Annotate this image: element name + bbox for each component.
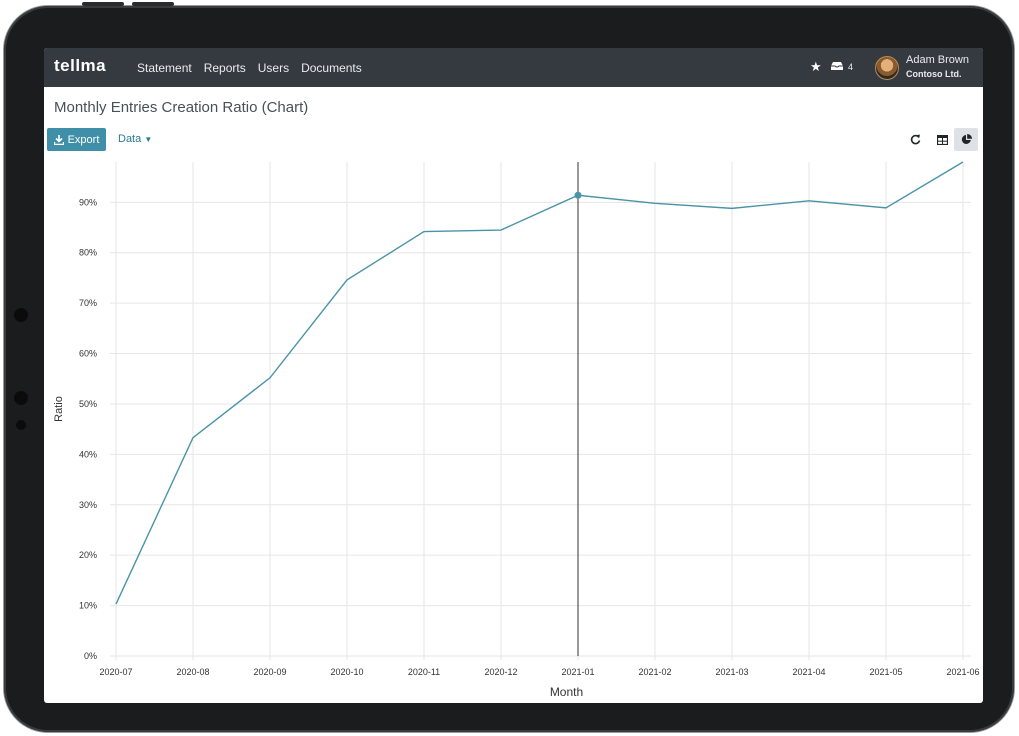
- highlighted-data-point[interactable]: [574, 191, 582, 199]
- company-name: Contoso Ltd.: [906, 69, 962, 79]
- y-tick-label: 0%: [84, 651, 97, 661]
- y-axis-label: Ratio: [53, 396, 65, 422]
- inbox-icon[interactable]: [830, 61, 844, 71]
- y-tick-label: 40%: [79, 449, 97, 459]
- x-tick-label: 2020-12: [484, 667, 517, 677]
- x-tick-label: 2021-01: [561, 667, 594, 677]
- avatar[interactable]: [875, 56, 899, 80]
- download-icon: [53, 134, 64, 145]
- app-logo[interactable]: tellma: [54, 56, 106, 76]
- nav-statement[interactable]: Statement: [137, 61, 192, 75]
- user-name[interactable]: Adam Brown: [906, 54, 969, 66]
- y-tick-label: 60%: [79, 349, 97, 359]
- nav-documents[interactable]: Documents: [301, 61, 362, 75]
- export-label: Export: [67, 133, 100, 146]
- page-title: Monthly Entries Creation Ratio (Chart): [54, 99, 309, 116]
- chart-view-icon[interactable]: [954, 128, 978, 151]
- x-tick-label: 2021-06: [946, 667, 979, 677]
- hardware-button: [82, 2, 124, 6]
- export-button[interactable]: Export: [47, 128, 106, 151]
- main-nav: Statement Reports Users Documents: [137, 61, 362, 75]
- report-toolbar: Export Data ▼: [47, 128, 980, 152]
- x-axis-label: Month: [550, 685, 583, 699]
- side-camera-icon: [14, 391, 28, 405]
- y-tick-label: 10%: [79, 601, 97, 611]
- tablet-frame: tellma Statement Reports Users Documents…: [4, 2, 1014, 732]
- y-tick-label: 30%: [79, 500, 97, 510]
- x-tick-label: 2020-10: [330, 667, 363, 677]
- chart-area: 0% 10% 20% 30% 40% 50% 60% 70% 80% 90% 2020-07 202…: [44, 154, 983, 703]
- y-tick-label: 20%: [79, 550, 97, 560]
- side-camera-icon: [16, 420, 26, 430]
- table-view-icon[interactable]: [930, 128, 954, 151]
- y-tick-label: 50%: [79, 399, 97, 409]
- x-tick-label: 2021-02: [638, 667, 671, 677]
- app-screen: tellma Statement Reports Users Documents…: [44, 48, 983, 703]
- data-dropdown[interactable]: Data ▼: [118, 133, 152, 145]
- x-tick-label: 2020-07: [99, 667, 132, 677]
- data-label: Data: [118, 133, 142, 145]
- x-tick-label: 2020-11: [408, 667, 440, 677]
- refresh-icon[interactable]: [903, 128, 927, 151]
- caret-down-icon: ▼: [144, 135, 153, 144]
- pie-glyph: [961, 134, 972, 144]
- x-tick-label: 2021-03: [715, 667, 748, 677]
- y-tick-label: 90%: [79, 197, 97, 207]
- side-camera-icon: [14, 308, 28, 322]
- series-line: [115, 161, 964, 605]
- y-tick-label: 70%: [79, 298, 97, 308]
- top-navbar: tellma Statement Reports Users Documents…: [44, 48, 983, 87]
- x-tick-label: 2020-09: [253, 667, 286, 677]
- y-tick-label: 80%: [79, 248, 97, 258]
- table-glyph: [936, 134, 948, 145]
- nav-reports[interactable]: Reports: [204, 61, 246, 75]
- x-tick-label: 2020-08: [176, 667, 209, 677]
- x-tick-label: 2021-05: [869, 667, 902, 677]
- inbox-count: 4: [848, 62, 854, 72]
- hardware-button: [132, 2, 174, 6]
- star-icon[interactable]: ★: [810, 59, 822, 75]
- x-tick-label: 2021-04: [792, 667, 825, 677]
- nav-users[interactable]: Users: [258, 61, 289, 75]
- refresh-glyph: [910, 134, 920, 145]
- line-chart: 0% 10% 20% 30% 40% 50% 60% 70% 80% 90% 2020-07 202…: [53, 161, 980, 699]
